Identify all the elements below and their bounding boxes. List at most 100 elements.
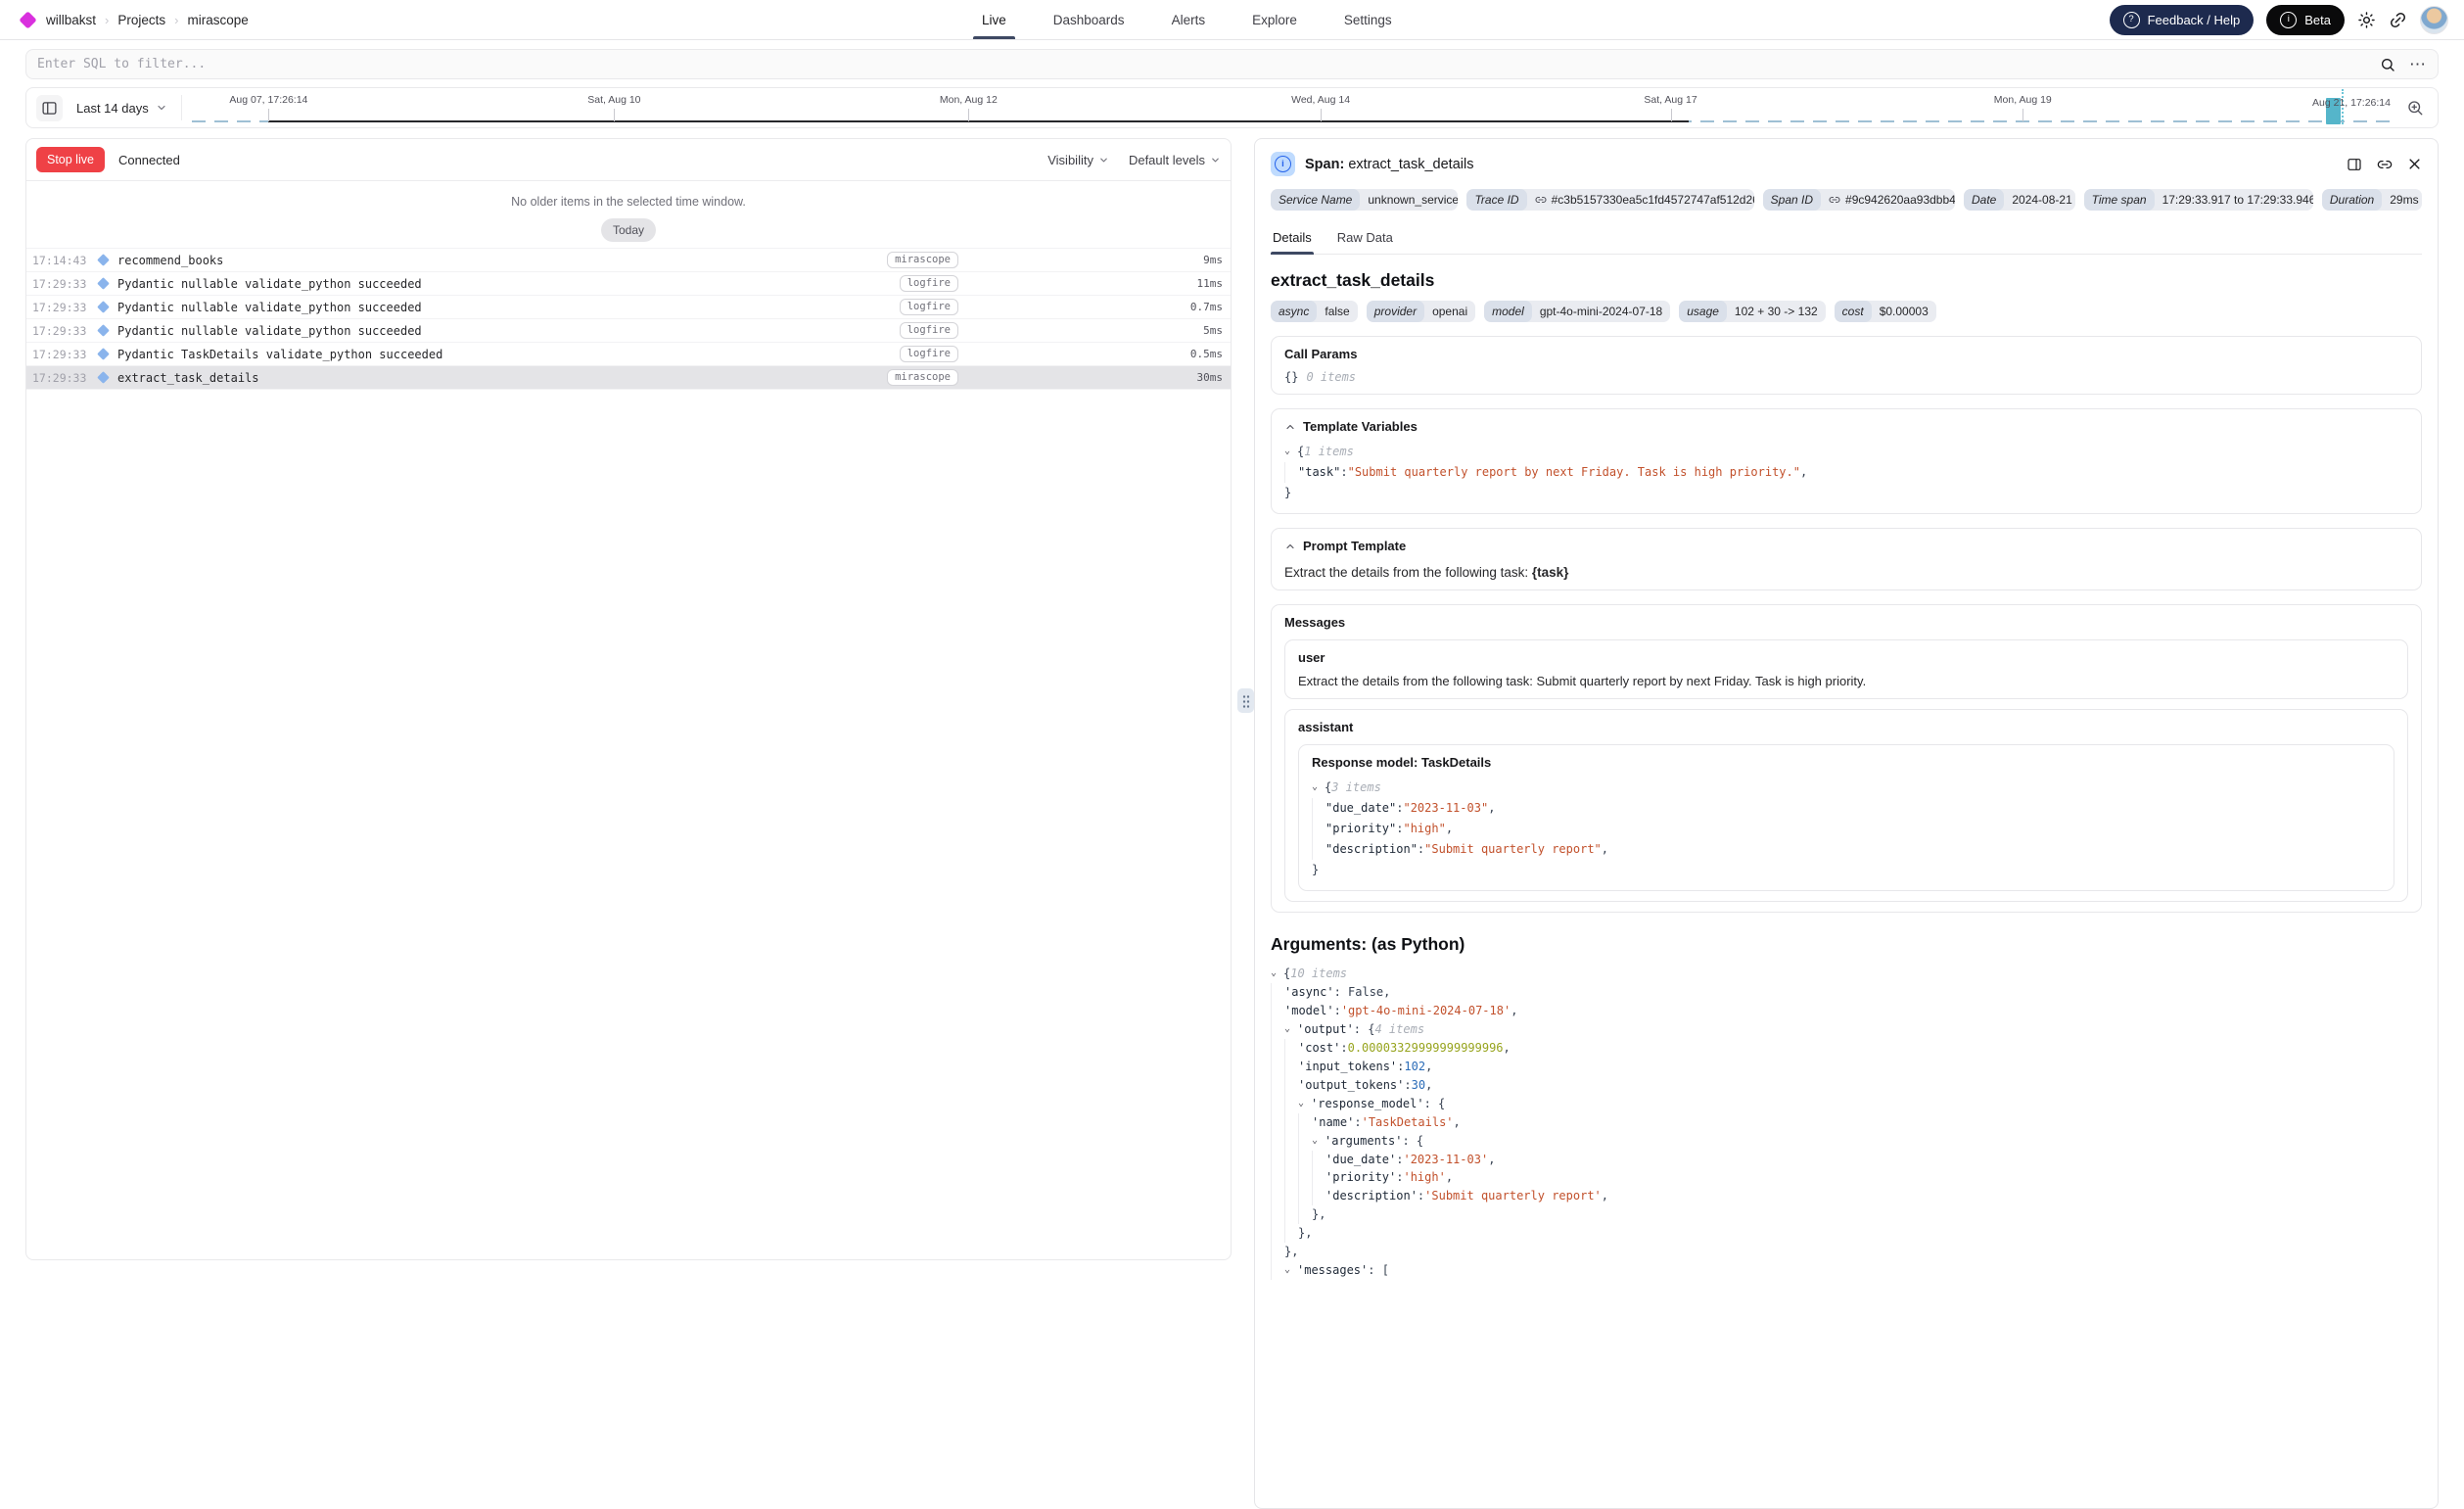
span-diamond-icon	[97, 301, 110, 313]
timeline-tick-label: Wed, Aug 14	[1291, 94, 1350, 106]
close-icon[interactable]	[2407, 157, 2422, 171]
tab-settings[interactable]: Settings	[1341, 0, 1395, 39]
code-line: 'output_tokens': 30,	[1271, 1076, 2422, 1095]
indent-guide	[1271, 1058, 1284, 1076]
search-icon[interactable]	[2380, 57, 2395, 72]
table-row[interactable]: 17:29:33Pydantic nullable validate_pytho…	[26, 271, 1231, 295]
default-levels-dropdown[interactable]: Default levels	[1129, 153, 1221, 167]
table-row[interactable]: 17:29:33Pydantic nullable validate_pytho…	[26, 318, 1231, 342]
sql-filter-input[interactable]	[25, 49, 2439, 79]
indent-guide	[1271, 1168, 1284, 1187]
indent-guide	[1271, 1113, 1284, 1132]
code-line: },	[1271, 1243, 2422, 1261]
indent-guide	[1284, 1168, 1298, 1187]
badge-value-text: $0.00003	[1880, 305, 1929, 318]
indent-guide	[1284, 1039, 1298, 1058]
badge-label: Time span	[2084, 189, 2155, 211]
table-row[interactable]: 17:29:33Pydantic TaskDetails validate_py…	[26, 342, 1231, 365]
stop-live-button[interactable]: Stop live	[36, 147, 105, 172]
timeline-canvas[interactable]: Aug 07, 17:26:14Sat, Aug 10Mon, Aug 12We…	[192, 88, 2393, 127]
avatar[interactable]	[2420, 6, 2448, 34]
collapse-chevron-icon[interactable]: ⌄	[1284, 443, 1297, 463]
share-link-icon[interactable]	[2389, 11, 2407, 29]
collapse-chevron-icon[interactable]: ⌄	[1312, 1133, 1325, 1152]
code-line: ⌄'response_model': {	[1271, 1095, 2422, 1113]
indent-guide	[1271, 983, 1284, 1002]
indent-guide	[1271, 1151, 1284, 1169]
code-token: : {	[1424, 1095, 1446, 1113]
table-row[interactable]: 17:14:43recommend_booksmirascope9ms	[26, 248, 1231, 271]
top-navbar: willbakst›Projects›mirascope LiveDashboa…	[0, 0, 2464, 40]
table-row[interactable]: 17:29:33extract_task_detailsmirascope30m…	[26, 365, 1231, 390]
code-line: ⌄{ 10 items	[1271, 965, 2422, 983]
meta-badge-span-id[interactable]: Span ID#9c942620aa93dbb4	[1763, 189, 1955, 211]
collapse-chevron-icon[interactable]	[1284, 541, 1296, 552]
indent-guide	[1284, 1132, 1298, 1151]
tab-alerts[interactable]: Alerts	[1169, 0, 1209, 39]
row-tag-mirascope[interactable]: mirascope	[887, 252, 958, 268]
link-icon[interactable]	[1829, 194, 1840, 206]
tab-explore[interactable]: Explore	[1249, 0, 1300, 39]
tab-live[interactable]: Live	[979, 0, 1009, 39]
row-duration: 5ms	[1180, 324, 1223, 337]
open-side-panel-icon[interactable]	[2347, 157, 2362, 172]
app: willbakst›Projects›mirascope LiveDashboa…	[0, 0, 2464, 1260]
collapse-chevron-icon[interactable]: ⌄	[1271, 966, 1283, 984]
breadcrumb-item-mirascope[interactable]: mirascope	[187, 13, 248, 27]
badge-value: #c3b5157330ea5c1fd4572747af512d26	[1527, 189, 1754, 211]
collapse-chevron-icon[interactable]: ⌄	[1312, 778, 1325, 799]
collapse-chevron-icon[interactable]: ⌄	[1284, 1262, 1297, 1281]
timeline-zoom-button[interactable]	[2406, 99, 2424, 117]
row-duration: 0.5ms	[1180, 348, 1223, 360]
prompt-variable: {task}	[1532, 565, 1569, 580]
row-meta: logfire 5ms	[900, 322, 1223, 339]
row-tag-logfire[interactable]: logfire	[900, 322, 958, 339]
code-token: 3 items	[1331, 778, 1381, 798]
code-token: 'model'	[1284, 1002, 1334, 1020]
beta-button[interactable]: i Beta	[2266, 5, 2345, 35]
sidebar-toggle-button[interactable]	[36, 95, 63, 121]
code-token: 'priority'	[1325, 1168, 1396, 1187]
code-token: ,	[1511, 1002, 1517, 1020]
meta-badge-trace-id[interactable]: Trace ID#c3b5157330ea5c1fd4572747af512d2…	[1466, 189, 1753, 211]
theme-toggle-icon[interactable]	[2357, 11, 2376, 29]
row-tag-logfire[interactable]: logfire	[900, 275, 958, 292]
question-icon: ?	[2123, 12, 2140, 28]
code-token: "2023-11-03"	[1403, 798, 1488, 819]
chevron-down-icon	[156, 102, 167, 114]
span-tab-raw-data[interactable]: Raw Data	[1335, 224, 1395, 254]
panel-resize-handle[interactable]	[1237, 688, 1254, 713]
breadcrumb-separator: ›	[105, 13, 109, 27]
row-tag-logfire[interactable]: logfire	[900, 346, 958, 362]
primary-tabs: Live Dashboards Alerts Explore Settings	[979, 0, 1395, 39]
row-span-name: Pydantic nullable validate_python succee…	[117, 324, 422, 338]
attr-badge-usage: usage102 + 30 -> 132	[1679, 301, 1825, 322]
code-line: },	[1271, 1205, 2422, 1224]
prompt-template-card: Prompt Template Extract the details from…	[1271, 528, 2422, 590]
copy-link-icon[interactable]	[2377, 157, 2393, 172]
breadcrumb-item-Projects[interactable]: Projects	[117, 13, 165, 27]
arguments-json: ⌄{ 10 items'async': False,'model': 'gpt-…	[1271, 965, 2422, 1280]
code-line: 'due_date': '2023-11-03',	[1271, 1151, 2422, 1169]
row-tag-logfire[interactable]: logfire	[900, 299, 958, 315]
collapse-chevron-icon[interactable]: ⌄	[1284, 1021, 1297, 1040]
time-range-select[interactable]: Last 14 days	[72, 101, 171, 116]
messages-card: Messages user Extract the details from t…	[1271, 604, 2422, 913]
collapse-chevron-icon[interactable]	[1284, 421, 1296, 433]
span-tab-details[interactable]: Details	[1271, 224, 1314, 254]
call-params-title: Call Params	[1284, 347, 2408, 361]
tab-dashboards[interactable]: Dashboards	[1050, 0, 1128, 39]
badge-value-text: 29ms	[2390, 193, 2418, 207]
code-token: 'due_date'	[1325, 1151, 1396, 1169]
breadcrumb-item-willbakst[interactable]: willbakst	[46, 13, 96, 27]
badge-label: cost	[1835, 301, 1872, 322]
visibility-dropdown[interactable]: Visibility	[1047, 153, 1109, 167]
row-meta: logfire11ms	[900, 275, 1223, 292]
table-row[interactable]: 17:29:33Pydantic nullable validate_pytho…	[26, 295, 1231, 318]
collapse-chevron-icon[interactable]: ⌄	[1298, 1096, 1311, 1114]
template-variables-title: Template Variables	[1303, 419, 1418, 434]
indent-guide	[1312, 839, 1325, 860]
feedback-help-button[interactable]: ? Feedback / Help	[2110, 5, 2255, 35]
row-tag-mirascope[interactable]: mirascope	[887, 369, 958, 386]
link-icon[interactable]	[1535, 194, 1547, 206]
